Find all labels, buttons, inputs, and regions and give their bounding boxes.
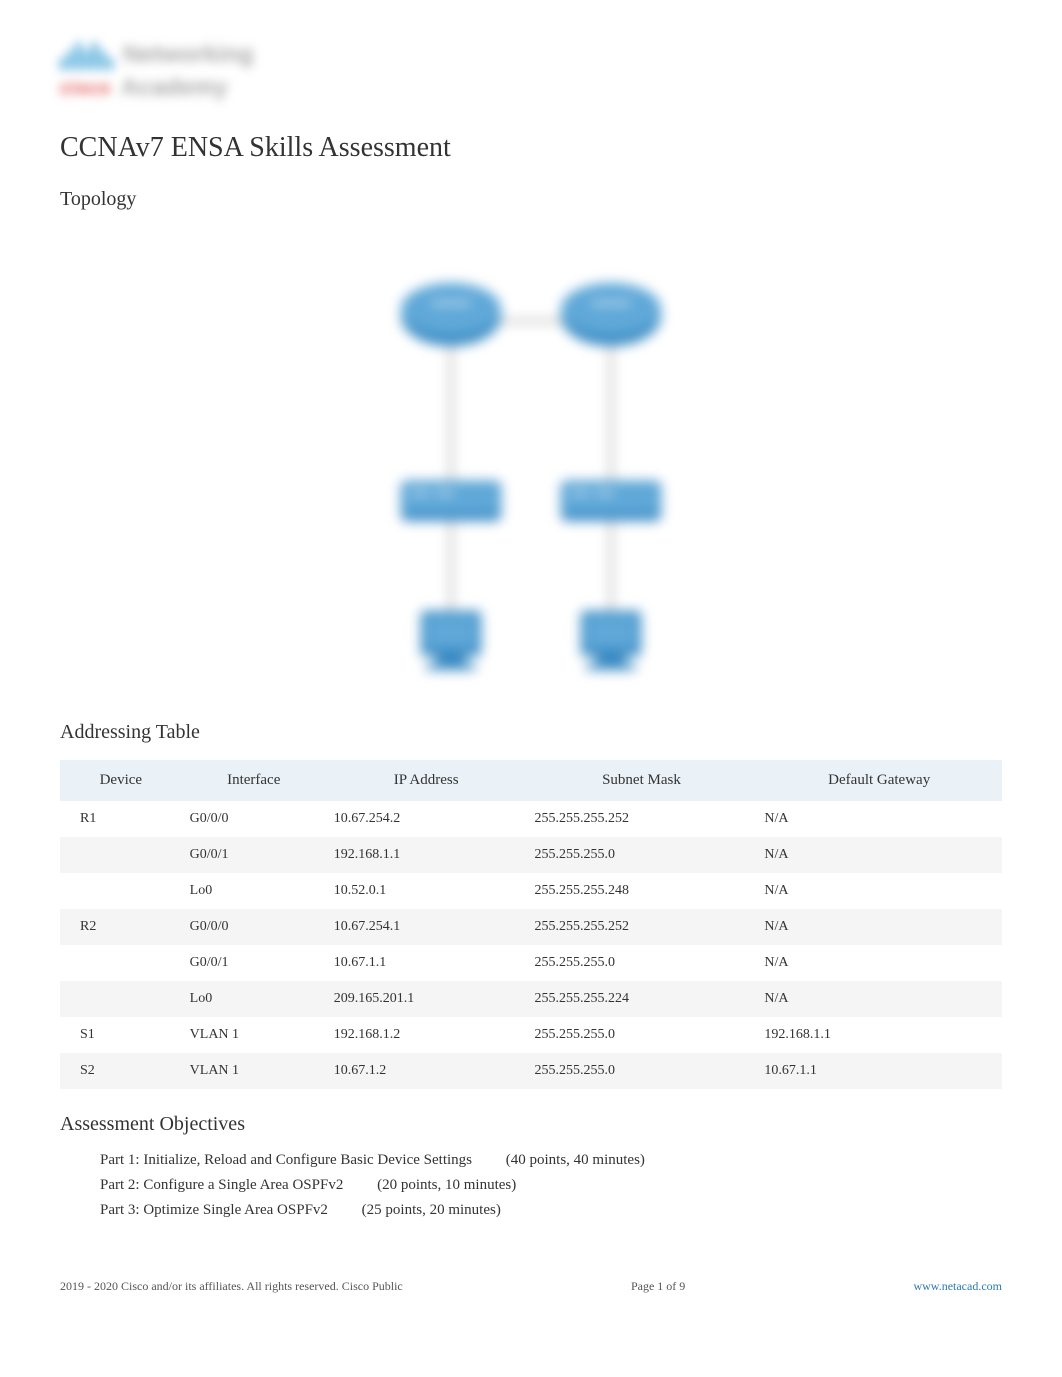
cell-ip: 192.168.1.1	[326, 837, 527, 873]
objective-points: (25 points, 20 minutes)	[362, 1202, 501, 1218]
cell-gateway: N/A	[756, 945, 1002, 981]
cell-device: S1	[60, 1017, 182, 1053]
network-topology-icon	[311, 231, 751, 691]
col-gateway: Default Gateway	[756, 760, 1002, 801]
cell-device	[60, 981, 182, 1017]
objective-text: Part 2: Configure a Single Area OSPFv2	[100, 1177, 343, 1193]
section-objectives-heading: Assessment Objectives	[60, 1113, 1002, 1136]
cell-ip: 192.168.1.2	[326, 1017, 527, 1053]
cell-gateway: 192.168.1.1	[756, 1017, 1002, 1053]
objective-text: Part 1: Initialize, Reload and Configure…	[100, 1152, 472, 1168]
cell-ip: 209.165.201.1	[326, 981, 527, 1017]
cell-interface: VLAN 1	[182, 1053, 326, 1089]
cell-gateway: N/A	[756, 981, 1002, 1017]
cell-ip: 10.67.254.1	[326, 909, 527, 945]
cell-interface: G0/0/1	[182, 945, 326, 981]
objective-points: (40 points, 40 minutes)	[506, 1152, 645, 1168]
addressing-table: Device Interface IP Address Subnet Mask …	[60, 760, 1002, 1089]
cisco-bars-icon	[60, 40, 113, 70]
footer-copyright: 2019 - 2020 Cisco and/or its affiliates.…	[60, 1279, 403, 1294]
cell-interface: G0/0/1	[182, 837, 326, 873]
cell-mask: 255.255.255.248	[527, 873, 757, 909]
cell-device: R1	[60, 801, 182, 837]
section-addressing-heading: Addressing Table	[60, 721, 1002, 744]
footer-page-number: Page 1 of 9	[631, 1279, 685, 1294]
cell-interface: G0/0/0	[182, 801, 326, 837]
table-row: Lo0 209.165.201.1 255.255.255.224 N/A	[60, 981, 1002, 1017]
cell-interface: VLAN 1	[182, 1017, 326, 1053]
cell-mask: 255.255.255.252	[527, 801, 757, 837]
cisco-logo: Networking cisco Academy	[60, 40, 1002, 102]
table-header-row: Device Interface IP Address Subnet Mask …	[60, 760, 1002, 801]
cell-mask: 255.255.255.224	[527, 981, 757, 1017]
col-device: Device	[60, 760, 182, 801]
cell-gateway: N/A	[756, 837, 1002, 873]
objective-item: Part 2: Configure a Single Area OSPFv2 (…	[100, 1177, 1002, 1194]
cell-ip: 10.67.1.1	[326, 945, 527, 981]
table-row: G0/0/1 192.168.1.1 255.255.255.0 N/A	[60, 837, 1002, 873]
cell-mask: 255.255.255.252	[527, 909, 757, 945]
objective-text: Part 3: Optimize Single Area OSPFv2	[100, 1202, 328, 1218]
cell-interface: Lo0	[182, 873, 326, 909]
cell-device: S2	[60, 1053, 182, 1089]
cell-interface: G0/0/0	[182, 909, 326, 945]
cell-device: R2	[60, 909, 182, 945]
col-mask: Subnet Mask	[527, 760, 757, 801]
logo-text-networking: Networking	[123, 41, 254, 69]
objective-points: (20 points, 10 minutes)	[377, 1177, 516, 1193]
cell-mask: 255.255.255.0	[527, 945, 757, 981]
cell-gateway: N/A	[756, 909, 1002, 945]
cell-mask: 255.255.255.0	[527, 1017, 757, 1053]
table-row: R2 G0/0/0 10.67.254.1 255.255.255.252 N/…	[60, 909, 1002, 945]
cell-mask: 255.255.255.0	[527, 1053, 757, 1089]
footer-link[interactable]: www.netacad.com	[913, 1279, 1002, 1294]
table-row: G0/0/1 10.67.1.1 255.255.255.0 N/A	[60, 945, 1002, 981]
cell-gateway: N/A	[756, 801, 1002, 837]
table-row: Lo0 10.52.0.1 255.255.255.248 N/A	[60, 873, 1002, 909]
page-title: CCNAv7 ENSA Skills Assessment	[60, 132, 1002, 164]
cell-device	[60, 837, 182, 873]
cell-ip: 10.52.0.1	[326, 873, 527, 909]
cell-device	[60, 945, 182, 981]
objective-item: Part 1: Initialize, Reload and Configure…	[100, 1152, 1002, 1169]
col-ip: IP Address	[326, 760, 527, 801]
table-row: R1 G0/0/0 10.67.254.2 255.255.255.252 N/…	[60, 801, 1002, 837]
page-footer: 2019 - 2020 Cisco and/or its affiliates.…	[60, 1279, 1002, 1294]
objective-item: Part 3: Optimize Single Area OSPFv2 (25 …	[100, 1202, 1002, 1219]
logo-text-academy: Academy	[121, 74, 228, 102]
cell-interface: Lo0	[182, 981, 326, 1017]
section-topology-heading: Topology	[60, 188, 1002, 211]
objectives-list: Part 1: Initialize, Reload and Configure…	[100, 1152, 1002, 1219]
col-interface: Interface	[182, 760, 326, 801]
topology-diagram	[60, 231, 1002, 691]
cell-ip: 10.67.1.2	[326, 1053, 527, 1089]
cell-gateway: 10.67.1.1	[756, 1053, 1002, 1089]
cell-ip: 10.67.254.2	[326, 801, 527, 837]
logo-brand: cisco	[60, 78, 111, 99]
cell-gateway: N/A	[756, 873, 1002, 909]
cell-mask: 255.255.255.0	[527, 837, 757, 873]
cell-device	[60, 873, 182, 909]
table-row: S1 VLAN 1 192.168.1.2 255.255.255.0 192.…	[60, 1017, 1002, 1053]
table-row: S2 VLAN 1 10.67.1.2 255.255.255.0 10.67.…	[60, 1053, 1002, 1089]
